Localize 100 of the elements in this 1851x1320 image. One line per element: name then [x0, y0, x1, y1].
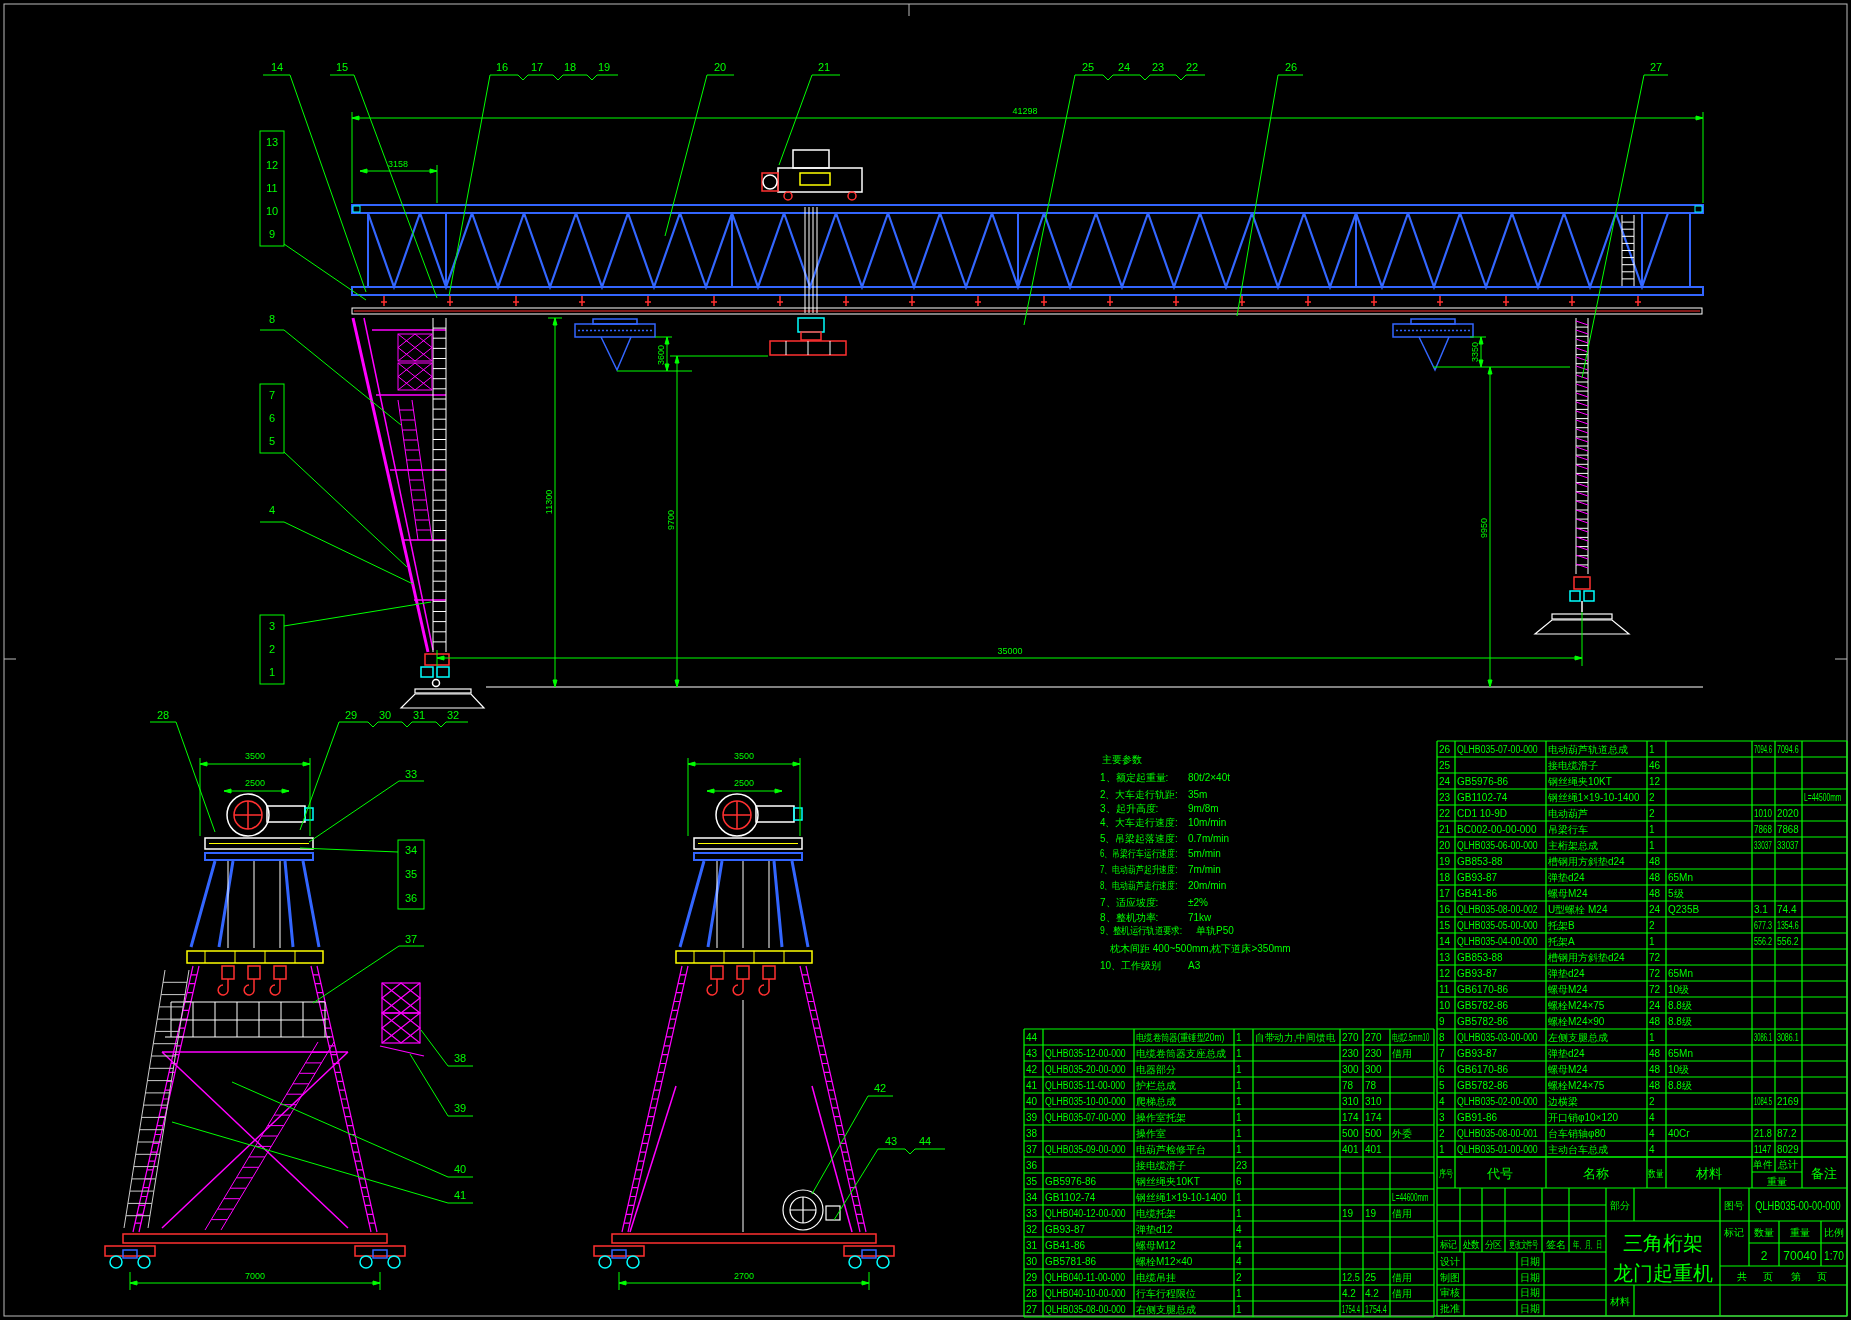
part-name: 托架A: [1548, 936, 1575, 947]
column-header: 备注: [1811, 1166, 1837, 1181]
part-code: QLHB035-04-00-000: [1457, 936, 1538, 948]
total-weight: 2020: [1777, 807, 1799, 819]
total-weight: 556.2: [1777, 936, 1799, 948]
part-label: 1: [268, 666, 276, 678]
quantity: 1: [1236, 1144, 1242, 1155]
unit-weight: 12.5: [1342, 1271, 1360, 1284]
quantity: 1: [1236, 1128, 1242, 1139]
part-code: GB93-87: [1457, 968, 1498, 979]
part-label: 32: [446, 709, 460, 721]
field-label: 共: [1737, 1271, 1747, 1282]
parameter-label: 10、工作级别: [1100, 960, 1162, 971]
unit-weight: 556.2: [1754, 935, 1772, 948]
part-name: U型螺栓 M24: [1548, 904, 1608, 915]
parameter-label: 7、电动葫芦起升速度:: [1100, 864, 1178, 876]
quantity: 1: [1649, 824, 1655, 835]
part-label: 26: [1284, 61, 1298, 73]
part-label: 21: [817, 61, 831, 73]
total-weight: 8029: [1777, 1143, 1799, 1155]
parameter-label: 4、大车走行速度:: [1100, 816, 1178, 828]
remark: L=44500mm: [1804, 791, 1842, 804]
item-number: 29: [1026, 1272, 1038, 1283]
parameter-value: 10m/min: [1188, 817, 1227, 828]
remark: 借用: [1392, 1048, 1412, 1059]
dimension-value: 35000: [997, 646, 1023, 656]
item-number: 8: [1439, 1032, 1445, 1043]
part-label: 30: [378, 709, 392, 721]
part-label: 23: [1151, 61, 1165, 73]
quantity: 48: [1649, 1048, 1661, 1059]
part-name: 槽钢用方斜垫d24: [1548, 856, 1625, 867]
parameter-value: 7m/min: [1188, 864, 1221, 875]
part-name: 操作室托架: [1136, 1112, 1186, 1123]
parameter-label: 9、整机运行轨道要求:: [1100, 925, 1183, 937]
parameter-label: 5、吊梁起落速度:: [1100, 832, 1178, 844]
dimension-value: 9950: [1479, 518, 1489, 538]
unit-weight: 33037: [1754, 839, 1772, 852]
hook-drawing: [269, 965, 287, 996]
quantity: 4: [1236, 1240, 1242, 1251]
material: 8.8级: [1668, 1000, 1692, 1011]
item-number: 24: [1439, 776, 1451, 787]
field-label: 处数: [1462, 1239, 1480, 1251]
part-label: 36: [404, 892, 418, 904]
quantity: 1: [1649, 744, 1655, 755]
item-number: 40: [1026, 1096, 1038, 1107]
item-number: 19: [1439, 856, 1451, 867]
part-name: 螺栓M12×40: [1136, 1256, 1193, 1267]
part-code: QLHB035-07-00-000: [1457, 744, 1538, 756]
total-weight: 19: [1365, 1208, 1377, 1219]
unit-weight: 300: [1342, 1064, 1359, 1075]
item-number: 3: [1439, 1112, 1445, 1123]
part-label: 42: [873, 1082, 887, 1094]
item-number: 35: [1026, 1176, 1038, 1187]
quantity: 4: [1236, 1256, 1242, 1267]
item-number: 6: [1439, 1064, 1445, 1075]
parameter-value: ±2%: [1188, 897, 1208, 908]
part-label: 31: [412, 709, 426, 721]
field-label: 制图: [1440, 1272, 1460, 1283]
item-number: 34: [1026, 1192, 1038, 1203]
field-label: 第: [1791, 1271, 1801, 1282]
part-code: QLHB040-12-00-000: [1045, 1208, 1126, 1220]
part-code: QLHB035-11-00-000: [1045, 1080, 1125, 1092]
material: 65Mn: [1668, 1048, 1693, 1059]
item-number: 22: [1439, 808, 1451, 819]
part-label: 6: [268, 412, 276, 424]
part-code: BC002-00-00-000: [1457, 824, 1537, 835]
part-code: GB41-86: [1457, 888, 1498, 899]
part-label: 4: [268, 504, 276, 516]
material: 8.8级: [1668, 1016, 1692, 1027]
remark: 电缆2.5mm10: [1392, 1031, 1430, 1044]
part-name: 槽钢用方斜垫d24: [1548, 952, 1625, 963]
item-number: 15: [1439, 920, 1451, 931]
unit-weight: 677.3: [1754, 919, 1772, 932]
part-code: QLHB035-20-00-000: [1045, 1064, 1126, 1076]
part-label: 9: [268, 228, 276, 240]
total-weight: 33037: [1777, 840, 1799, 852]
item-number: 20: [1439, 840, 1451, 851]
parameter-label: 6、吊梁行车运行速度:: [1100, 848, 1178, 860]
field-label: 日期: [1520, 1303, 1540, 1314]
item-number: 36: [1026, 1160, 1038, 1171]
unit-weight: 4.2: [1342, 1288, 1356, 1299]
parameter-value: 80t/2×40t: [1188, 772, 1230, 783]
item-number: 31: [1026, 1240, 1038, 1251]
item-number: 38: [1026, 1128, 1038, 1139]
part-name: 钢丝绳夹10KT: [1548, 776, 1612, 787]
item-number: 32: [1026, 1224, 1038, 1235]
part-name: 钢丝绳夹10KT: [1136, 1176, 1200, 1187]
part-name: 螺母M24: [1548, 984, 1588, 995]
quantity: 4: [1649, 1128, 1655, 1139]
hook-drawing: [758, 965, 776, 996]
item-number: 43: [1026, 1048, 1038, 1059]
part-code: QLHB040-10-00-000: [1045, 1288, 1126, 1300]
part-name: 电动葫芦: [1548, 808, 1588, 819]
parameters-heading: 主要参数: [1102, 754, 1142, 765]
part-label: 16: [495, 61, 509, 73]
part-code: QLHB035-06-00-000: [1457, 840, 1538, 852]
quantity: 1: [1236, 1288, 1242, 1299]
item-number: 14: [1439, 936, 1451, 947]
quantity: 4: [1236, 1224, 1242, 1235]
dimension-value: 2500: [734, 778, 754, 788]
